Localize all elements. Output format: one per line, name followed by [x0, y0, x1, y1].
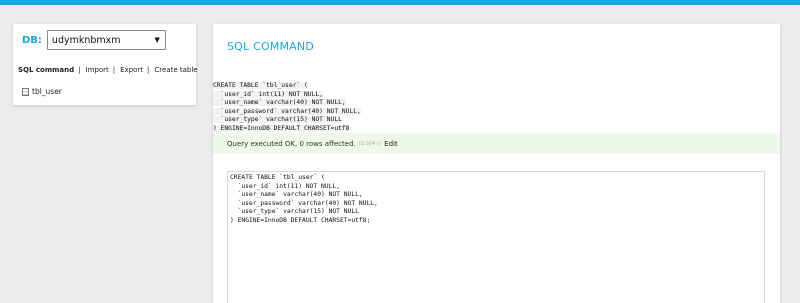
executed-sql-line: `user_name` varchar(40) NOT NULL,	[213, 99, 346, 107]
executed-sql-block: CREATE TABLE `tbl_user` ( `user_id` int(…	[213, 82, 361, 134]
executed-sql-line: CREATE TABLE `tbl_user` (	[213, 82, 308, 89]
executed-sql-line: `user_password` varchar(40) NOT NULL,	[213, 107, 361, 115]
main-panel: SQL COMMAND CREATE TABLE `tbl_user` ( `u…	[213, 24, 780, 303]
table-name: tbl_user	[32, 87, 62, 96]
executed-sql-line: `user_type` varchar(15) NOT NULL	[213, 116, 342, 124]
nav-separator: |	[78, 66, 81, 74]
editor-line: `user_name` varchar(40) NOT NULL,	[230, 191, 363, 199]
executed-sql-line: ) ENGINE=InnoDB DEFAULT CHARSET=utf8	[213, 124, 350, 132]
result-time: (0.024 s)	[358, 140, 382, 147]
nav-sql-command[interactable]: SQL command	[18, 66, 74, 74]
chevron-down-icon: ▼	[154, 36, 160, 44]
editor-line: ) ENGINE=InnoDB DEFAULT CHARSET=utf8;	[230, 216, 371, 224]
db-selector-row: DB: udymknbmxm ▼	[22, 30, 166, 50]
db-select[interactable]: udymknbmxm ▼	[46, 30, 166, 50]
table-icon	[22, 87, 29, 96]
editor-line: CREATE TABLE `tbl_user` (	[230, 174, 325, 181]
edit-link[interactable]: Edit	[384, 140, 398, 148]
table-list-item[interactable]: tbl_user	[22, 87, 62, 96]
executed-sql-line: `user_id` int(11) NOT NULL,	[213, 90, 323, 98]
query-result-bar: Query executed OK, 0 rows affected. (0.0…	[213, 133, 780, 154]
nav-create-table[interactable]: Create table	[154, 66, 197, 74]
sidebar: DB: udymknbmxm ▼ SQL command | Import | …	[13, 24, 198, 105]
page-title: SQL COMMAND	[227, 40, 315, 53]
editor-line: `user_id` int(11) NOT NULL,	[230, 182, 340, 190]
nav-separator: |	[147, 66, 150, 74]
editor-line: `user_password` varchar(40) NOT NULL,	[230, 199, 378, 207]
editor-line: `user_type` varchar(15) NOT NULL	[230, 208, 359, 216]
nav-export[interactable]: Export	[120, 66, 143, 74]
nav-import[interactable]: Import	[86, 66, 109, 74]
sql-editor[interactable]: CREATE TABLE `tbl_user` ( `user_id` int(…	[227, 171, 765, 303]
nav-separator: |	[112, 66, 116, 74]
top-accent-bar	[0, 0, 800, 5]
sidebar-nav: SQL command | Import | Export | Create t…	[18, 66, 198, 74]
result-message: Query executed OK, 0 rows affected.	[227, 139, 356, 148]
db-label: DB:	[22, 34, 42, 46]
db-select-value: udymknbmxm	[51, 34, 121, 46]
